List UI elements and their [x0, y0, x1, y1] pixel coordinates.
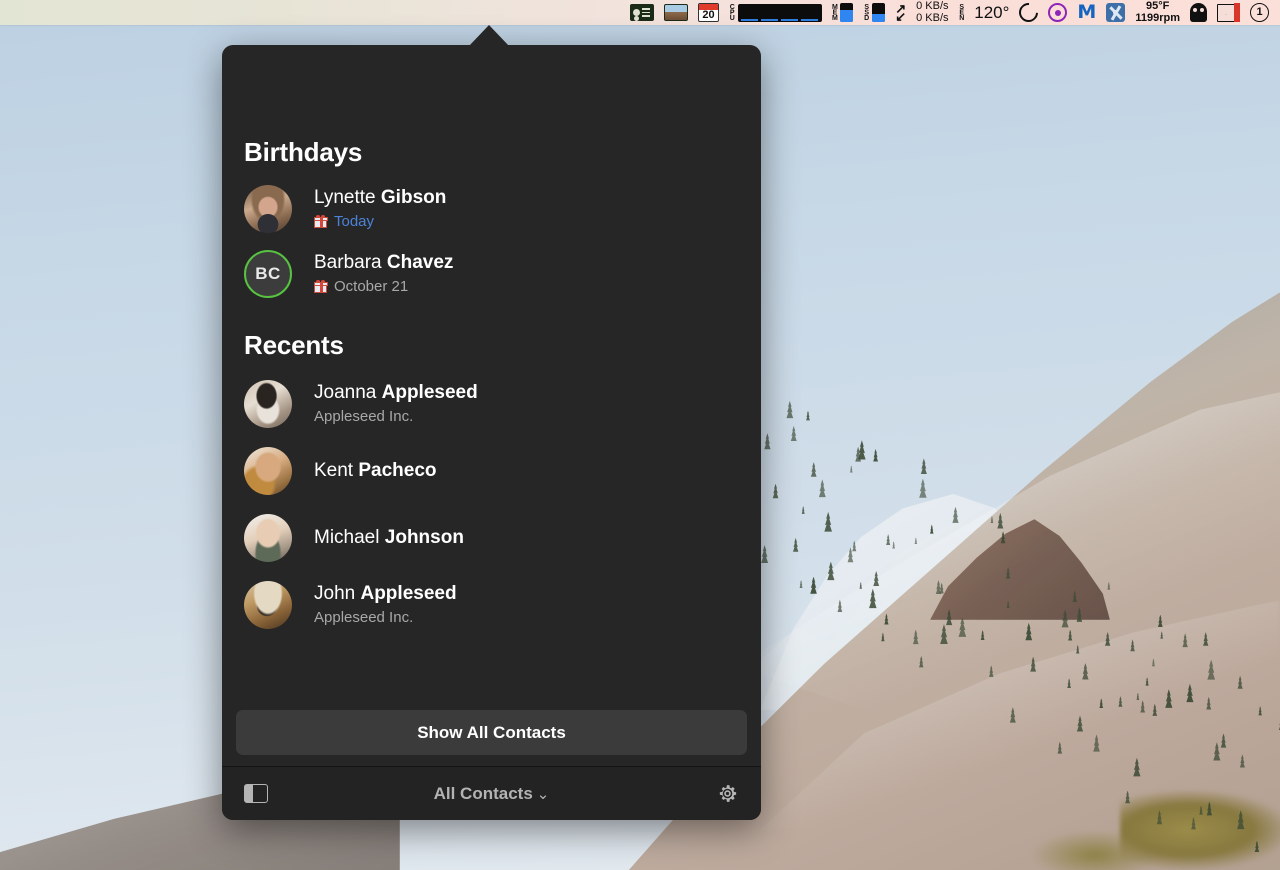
fan-temperature: 95°F: [1146, 0, 1169, 12]
avatar: [244, 514, 292, 562]
contact-text: John Appleseed Appleseed Inc.: [314, 583, 457, 627]
recent-contact-row[interactable]: John Appleseed Appleseed Inc.: [244, 581, 739, 629]
network-arrows-icon: ↗↙: [895, 2, 906, 23]
ssd-bar-icon: [872, 3, 885, 22]
menubar-ghost-icon[interactable]: [1185, 0, 1212, 25]
avatar: [244, 581, 292, 629]
menubar-network-rates[interactable]: 0 KB/s 0 KB/s: [911, 0, 953, 25]
c-ring-icon: [1016, 0, 1043, 26]
birthday-row[interactable]: BC Barbara Chavez October 21: [244, 250, 739, 298]
menubar-memory-monitor[interactable]: MEM: [827, 0, 859, 25]
contacts-card-icon: [630, 4, 654, 21]
contact-name: Joanna Appleseed: [314, 382, 478, 405]
contact-name: Michael Johnson: [314, 527, 464, 550]
contacts-group-label: All Contacts: [434, 784, 533, 803]
avatar-initials: BC: [255, 264, 281, 284]
menubar-gpu-temp[interactable]: 120°: [969, 0, 1014, 25]
chevron-down-icon: ⌄: [537, 786, 550, 803]
gpu-temp-value: 120°: [974, 3, 1009, 23]
contact-name: Kent Pacheco: [314, 460, 437, 483]
numbered-circle-icon: 1: [1250, 3, 1269, 22]
fan-rpm: 1199rpm: [1135, 12, 1180, 24]
contact-text: Michael Johnson: [314, 527, 464, 550]
contact-text: Barbara Chavez October 21: [314, 252, 453, 296]
menubar-sensor-label[interactable]: SEN: [954, 0, 970, 25]
fan-icon: [1106, 3, 1125, 22]
menubar-cpu-monitor[interactable]: CPU: [724, 0, 827, 25]
birthdays-section-title: Birthdays: [244, 137, 739, 168]
avatar: [244, 380, 292, 428]
menubar-cleanmymac-icon[interactable]: [1014, 0, 1043, 25]
contacts-popover: Birthdays Lynette Gibson Today BC Barbara C…: [222, 45, 761, 820]
cpu-label: CPU: [729, 4, 735, 21]
contacts-group-selector[interactable]: All Contacts⌄: [222, 784, 761, 804]
memory-bar-icon: [840, 3, 853, 22]
network-download-rate: 0 KB/s: [916, 12, 948, 24]
menubar-photos-icon[interactable]: [659, 0, 693, 25]
birthday-date: Today: [314, 213, 446, 231]
macos-menu-bar: 20 CPU MEM SSD ↗↙ 0 KB/s 0 KB/s SEN 120°…: [0, 0, 1280, 25]
mem-label: MEM: [832, 4, 838, 21]
menubar-battery-badge[interactable]: 1: [1245, 0, 1274, 25]
recent-contact-row[interactable]: Joanna Appleseed Appleseed Inc.: [244, 380, 739, 428]
network-upload-rate: 0 KB/s: [916, 0, 948, 12]
ghost-icon: [1190, 3, 1207, 22]
cpu-graph-icon: [738, 4, 822, 22]
popover-toolbar: All Contacts⌄: [222, 766, 761, 820]
recents-section-title: Recents: [244, 330, 739, 361]
gift-icon: [314, 281, 327, 293]
menubar-mail-icon[interactable]: [1212, 0, 1245, 25]
target-icon: [1048, 3, 1067, 22]
contact-name: John Appleseed: [314, 583, 457, 606]
contacts-card-lines-icon: [642, 8, 650, 17]
contact-text: Joanna Appleseed Appleseed Inc.: [314, 382, 478, 426]
menubar-contacts-icon[interactable]: [625, 0, 659, 25]
birthdays-list: Lynette Gibson Today BC Barbara Chavez Octob…: [244, 185, 739, 298]
recent-contact-row[interactable]: Michael Johnson: [244, 514, 739, 562]
menubar-network-arrows[interactable]: ↗↙: [890, 0, 911, 25]
contact-text: Lynette Gibson Today: [314, 187, 446, 231]
contact-company: Appleseed Inc.: [314, 609, 457, 627]
calendar-day-number: 20: [699, 10, 718, 21]
birthday-date-label: Today: [334, 213, 374, 231]
recents-list: Joanna Appleseed Appleseed Inc. Kent Pache…: [244, 380, 739, 629]
menubar-ssd-monitor[interactable]: SSD: [858, 0, 890, 25]
contact-name: Lynette Gibson: [314, 187, 446, 210]
show-all-contacts-wrap: Show All Contacts: [222, 710, 761, 766]
sen-label: SEN: [959, 4, 965, 21]
mailbox-icon: [1217, 4, 1240, 22]
gift-icon: [314, 216, 327, 228]
menubar-target-icon[interactable]: [1043, 0, 1072, 25]
menubar-calendar-icon[interactable]: 20: [693, 0, 724, 25]
avatar: [244, 447, 292, 495]
avatar: [244, 185, 292, 233]
menubar-malwarebytes-icon[interactable]: M: [1072, 0, 1101, 25]
popover-content: Birthdays Lynette Gibson Today BC Barbara C…: [222, 45, 761, 710]
m-letter-icon: M: [1077, 3, 1096, 22]
show-all-contacts-button[interactable]: Show All Contacts: [236, 710, 747, 755]
photo-frame-icon: [664, 4, 688, 21]
wallpaper-scrub-brush-2: [1030, 830, 1160, 870]
menubar-fan-readout[interactable]: 95°F 1199rpm: [1130, 0, 1185, 25]
calendar-icon: 20: [698, 3, 719, 22]
birthday-row[interactable]: Lynette Gibson Today: [244, 185, 739, 233]
avatar: BC: [244, 250, 292, 298]
ssd-label: SSD: [863, 4, 869, 21]
birthday-date-label: October 21: [334, 278, 408, 296]
birthday-date: October 21: [314, 278, 453, 296]
contact-text: Kent Pacheco: [314, 460, 437, 483]
gear-icon[interactable]: [716, 782, 739, 805]
contact-name: Barbara Chavez: [314, 252, 453, 275]
menubar-fan-icon[interactable]: [1101, 0, 1130, 25]
contact-company: Appleseed Inc.: [314, 408, 478, 426]
recent-contact-row[interactable]: Kent Pacheco: [244, 447, 739, 495]
sidebar-toggle-icon[interactable]: [244, 784, 268, 803]
